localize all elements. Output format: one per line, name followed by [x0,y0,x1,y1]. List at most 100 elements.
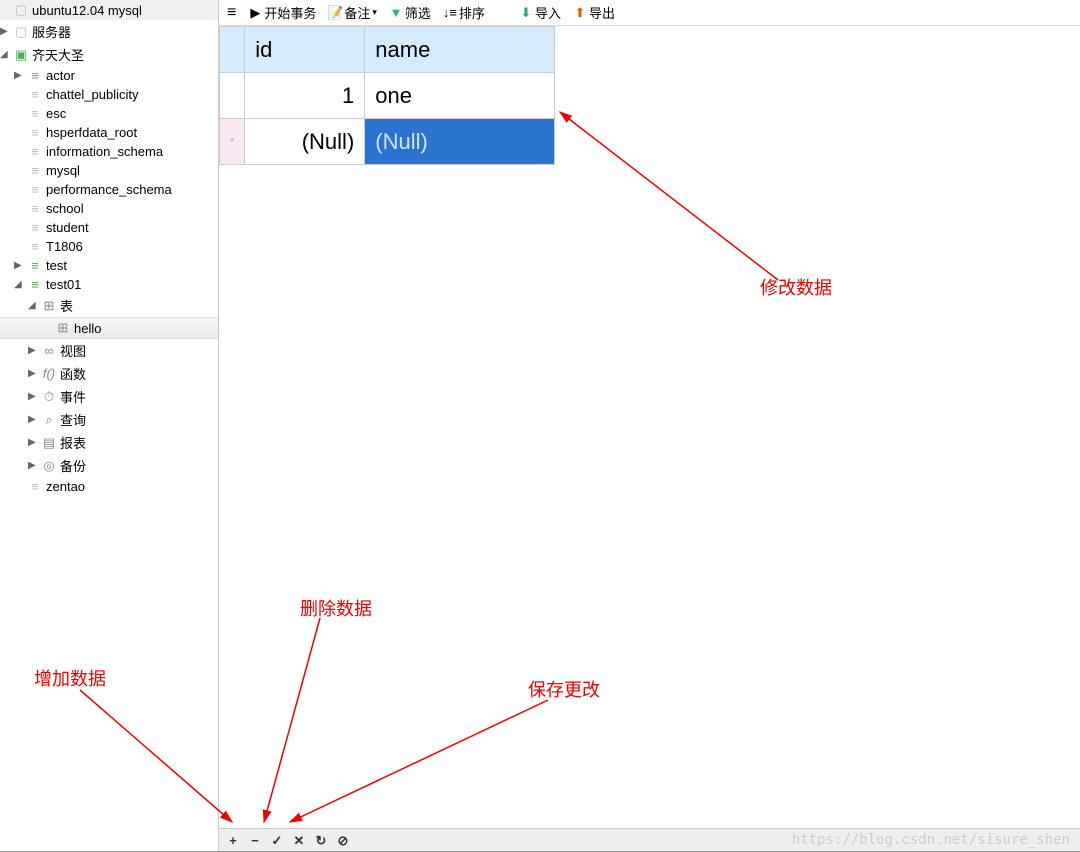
menu-icon[interactable]: ≡ [227,4,236,22]
tree-item-performance_schema[interactable]: ≡performance_schema [0,180,218,199]
tree-item-mysql[interactable]: ≡mysql [0,161,218,180]
tree-item-label: chattel_publicity [46,87,139,102]
tree-icon: ⏱ [40,389,58,405]
tree-icon: ≡ [26,220,44,235]
tree-item-服务器[interactable]: ▶▢服务器 [0,20,218,43]
tree-item-label: 查询 [60,410,86,429]
tree-icon: ⊞ [40,298,58,314]
tree-icon: ≡ [26,144,44,159]
tree-item-查询[interactable]: ▶⌕查询 [0,408,218,431]
tree-item-label: school [46,201,84,216]
filter-icon: ▼ [389,6,403,20]
tree-item-label: 函数 [60,364,86,383]
import-icon: ⬇ [519,6,533,20]
sort-label: 排序 [459,3,485,22]
watermark: https://blog.csdn.net/sisure_shen [792,832,1070,848]
tree-item-zentao[interactable]: ≡zentao [0,477,218,496]
tree-item-student[interactable]: ≡student [0,218,218,237]
cell-name[interactable]: (Null) [365,119,555,165]
data-table[interactable]: id name 1one*(Null)(Null) [219,26,555,165]
tree-arrow-icon: ▶ [28,368,40,379]
tree-item-label: performance_schema [46,182,172,197]
row-marker: * [220,119,245,165]
tree-item-报表[interactable]: ▶▤报表 [0,431,218,454]
cell-id[interactable]: 1 [245,73,365,119]
tree-item-test01[interactable]: ◢≡test01 [0,275,218,294]
sidebar: ▢ubuntu12.04 mysql▶▢服务器◢▣齐天大圣▶≡actor≡cha… [0,0,219,852]
tree-item-label: esc [46,106,66,121]
note-button[interactable]: 📝 备注 ▾ [328,3,377,22]
cancel-changes-button[interactable]: ✕ [291,833,307,849]
tree-item-label: zentao [46,479,85,494]
tree-icon: ≡ [26,258,44,273]
column-header-name[interactable]: name [365,27,555,73]
tree-item-information_schema[interactable]: ≡information_schema [0,142,218,161]
cell-name[interactable]: one [365,73,555,119]
delete-row-button[interactable]: − [247,833,263,849]
tree-item-label: 服务器 [32,22,71,41]
tree-icon: ▢ [12,2,30,18]
note-label: 备注 [344,3,370,22]
row-marker [220,73,245,119]
apply-changes-button[interactable]: ✓ [269,833,285,849]
tree-item-label: T1806 [46,239,83,254]
export-button[interactable]: ⬆ 导出 [573,3,615,22]
sort-icon: ↓≡ [443,6,457,20]
filter-button[interactable]: ▼ 筛选 [389,3,431,22]
tree-item-视图[interactable]: ▶∞视图 [0,339,218,362]
toolbar: ≡ ▶ 开始事务 📝 备注 ▾ ▼ 筛选 ↓≡ 排序 ⬇ 导入 [219,0,1080,26]
column-header-id[interactable]: id [245,27,365,73]
refresh-button[interactable]: ↻ [313,833,329,849]
tree-item-actor[interactable]: ▶≡actor [0,66,218,85]
tree-icon: ◎ [40,458,58,474]
tree-icon: ≡ [26,87,44,102]
begin-tx-label: 开始事务 [264,3,316,22]
tree-arrow-icon: ◢ [14,279,26,290]
tree-item-hello[interactable]: ⊞hello [0,317,218,339]
tree-arrow-icon: ▶ [28,460,40,471]
tree-item-label: test [46,258,67,273]
import-button[interactable]: ⬇ 导入 [519,3,561,22]
tree-item-label: test01 [46,277,81,292]
table-row[interactable]: 1one [220,73,555,119]
tree-item-函数[interactable]: ▶f()函数 [0,362,218,385]
tree-icon: ≡ [26,239,44,254]
tree-item-label: information_schema [46,144,163,159]
tree-item-esc[interactable]: ≡esc [0,104,218,123]
tree-item-label: 视图 [60,341,86,360]
tree-item-test[interactable]: ▶≡test [0,256,218,275]
tree-icon: ≡ [26,163,44,178]
tree-item-T1806[interactable]: ≡T1806 [0,237,218,256]
row-marker-header [220,27,245,73]
tree-item-ubuntu12.04-mysql[interactable]: ▢ubuntu12.04 mysql [0,0,218,20]
tree-icon: ≡ [26,68,44,83]
tree-arrow-icon: ▶ [28,437,40,448]
tree-item-表[interactable]: ◢⊞表 [0,294,218,317]
tree-arrow-icon: ▶ [28,391,40,402]
tree-arrow-icon: ▶ [14,260,26,271]
tree-item-chattel_publicity[interactable]: ≡chattel_publicity [0,85,218,104]
tree-item-label: 齐天大圣 [32,45,84,64]
tree-arrow-icon: ◢ [0,49,12,60]
tree-arrow-icon: ◢ [28,300,40,311]
tree-arrow-icon: ▶ [28,345,40,356]
tree-item-事件[interactable]: ▶⏱事件 [0,385,218,408]
tree-item-label: student [46,220,89,235]
stop-button[interactable]: ⊘ [335,833,351,849]
tree-item-label: 表 [60,296,73,315]
cell-id[interactable]: (Null) [245,119,365,165]
begin-transaction-button[interactable]: ▶ 开始事务 [248,3,316,22]
tree-item-hsperfdata_root[interactable]: ≡hsperfdata_root [0,123,218,142]
tree-arrow-icon: ▶ [28,414,40,425]
sort-button[interactable]: ↓≡ 排序 [443,3,485,22]
add-row-button[interactable]: + [225,833,241,849]
tree-icon: f() [40,366,58,381]
tree-icon: ▣ [12,47,30,63]
tree-icon: ▤ [40,435,58,451]
tree-item-school[interactable]: ≡school [0,199,218,218]
tree-item-齐天大圣[interactable]: ◢▣齐天大圣 [0,43,218,66]
data-grid-area: id name 1one*(Null)(Null) [219,26,1080,852]
note-icon: 📝 [328,6,342,20]
table-row[interactable]: *(Null)(Null) [220,119,555,165]
tree-item-备份[interactable]: ▶◎备份 [0,454,218,477]
